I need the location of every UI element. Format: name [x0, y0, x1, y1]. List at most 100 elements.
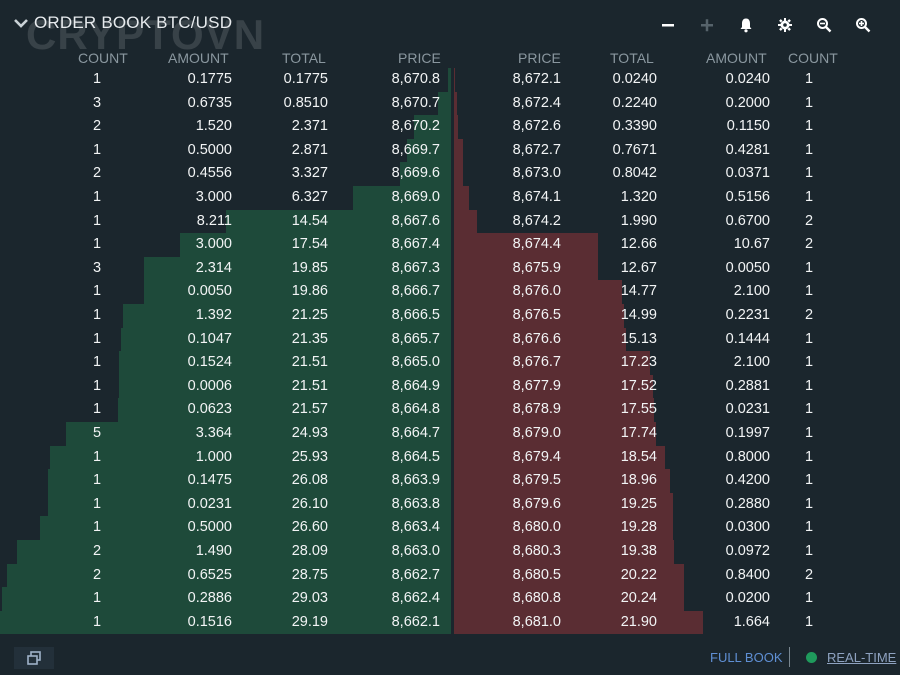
bid-amount: 0.1516	[187, 613, 232, 630]
ask-count: 1	[804, 94, 814, 111]
order-book-row[interactable]: 1 0.1516 29.19 8,662.1 8,681.0 21.90 1.664 1	[0, 610, 900, 635]
ask-count-header[interactable]: COUNT	[788, 50, 838, 66]
bid-amount: 0.1775	[187, 71, 232, 87]
bid-count: 1	[92, 495, 102, 512]
order-book-row[interactable]: 1 0.0006 21.51 8,664.9 8,677.9 17.52 0.2881 1	[0, 374, 900, 399]
order-book-row[interactable]: 1 0.1475 26.08 8,663.9 8,679.5 18.96 0.4200 1	[0, 469, 900, 493]
full-book-link[interactable]: FULL BOOK	[710, 650, 782, 665]
ask-amount-header[interactable]: AMOUNT	[706, 50, 767, 66]
bid-amount-header[interactable]: AMOUNT	[168, 50, 229, 66]
bid-total: 3.327	[291, 165, 328, 182]
ask-price: 8,676.5	[512, 307, 561, 323]
ask-price: 8,676.7	[512, 354, 561, 371]
ask-total: 14.99	[620, 307, 657, 323]
order-book-row[interactable]: 1 0.0231 26.10 8,663.8 8,679.6 19.25 0.2880 1	[0, 492, 900, 517]
ask-total: 14.77	[620, 283, 657, 300]
ask-price: 8,679.4	[512, 448, 561, 465]
bid-price: 8,670.8	[391, 71, 440, 87]
bid-total: 29.19	[291, 613, 328, 630]
bid-amount: 0.0231	[187, 495, 232, 512]
popout-icon[interactable]	[14, 647, 54, 669]
order-book-row[interactable]: 1 1.392 21.25 8,666.5 8,676.5 14.99 0.2231 2	[0, 304, 900, 328]
ask-price: 8,676.6	[512, 330, 561, 347]
order-book-row[interactable]: 2 1.520 2.371 8,670.2 8,672.6 0.3390 0.1150 1	[0, 115, 900, 139]
order-book-row[interactable]: 1 0.2886 29.03 8,662.4 8,680.8 20.24 0.0200 1	[0, 587, 900, 611]
book-divider	[451, 68, 454, 634]
order-book-row[interactable]: 3 0.6735 0.8510 8,670.7 8,672.4 0.2240 0.2000 1	[0, 91, 900, 116]
ask-amount: 0.0972	[725, 543, 770, 559]
bid-total-header[interactable]: TOTAL	[282, 50, 326, 66]
ask-price: 8,672.1	[512, 71, 561, 87]
gear-icon[interactable]	[765, 14, 804, 36]
bid-count: 1	[92, 189, 102, 205]
ask-amount: 0.0300	[725, 519, 770, 536]
bid-count: 1	[92, 141, 102, 158]
ask-price: 8,673.0	[512, 165, 561, 182]
panel-title: ORDER BOOK BTC/USD	[34, 13, 233, 32]
bid-total: 26.10	[291, 495, 328, 512]
bid-count: 1	[92, 590, 102, 607]
bid-price: 8,666.5	[391, 307, 440, 323]
panel-header: ORDER BOOK BTC/USD CRYPTOVN	[0, 0, 900, 56]
bid-price: 8,664.5	[391, 448, 440, 465]
bid-count: 3	[92, 94, 102, 111]
bid-price: 8,663.8	[391, 495, 440, 512]
bid-count-header[interactable]: COUNT	[78, 50, 128, 66]
realtime-status-dot	[806, 652, 817, 663]
bid-total: 21.51	[291, 354, 328, 371]
ask-count: 2	[804, 212, 814, 229]
bid-price: 8,662.1	[391, 613, 440, 630]
bid-price-header[interactable]: PRICE	[398, 50, 441, 66]
bid-count: 1	[92, 212, 102, 229]
order-book-row[interactable]: 1 0.5000 2.871 8,669.7 8,672.7 0.7671 0.4281 1	[0, 138, 900, 163]
bid-total: 6.327	[291, 189, 328, 205]
bid-count: 1	[92, 307, 102, 323]
ask-total: 19.25	[620, 495, 657, 512]
zoom-in-icon[interactable]	[843, 14, 882, 36]
order-book-row[interactable]: 1 8.211 14.54 8,667.6 8,674.2 1.990 0.6700 2	[0, 209, 900, 234]
bid-amount: 0.1524	[187, 354, 232, 371]
realtime-link[interactable]: REAL-TIME	[827, 650, 896, 665]
bid-count: 3	[92, 259, 102, 276]
bid-total: 0.8510	[283, 94, 328, 111]
bell-icon[interactable]	[726, 14, 765, 36]
order-book-row[interactable]: 2 0.4556 3.327 8,669.6 8,673.0 0.8042 0.0371 1	[0, 162, 900, 186]
ask-price-header[interactable]: PRICE	[518, 50, 561, 66]
chevron-down-icon[interactable]	[12, 14, 30, 32]
ask-count: 2	[804, 307, 814, 323]
bid-amount: 0.1047	[187, 330, 232, 347]
order-book-row[interactable]: 1 1.000 25.93 8,664.5 8,679.4 18.54 0.8000 1	[0, 445, 900, 470]
ask-total-header[interactable]: TOTAL	[610, 50, 654, 66]
ask-count: 1	[804, 495, 814, 512]
order-book-row[interactable]: 1 0.1047 21.35 8,665.7 8,676.6 15.13 0.1444 1	[0, 327, 900, 352]
bid-price: 8,663.0	[391, 543, 440, 559]
ask-count: 1	[804, 425, 814, 441]
order-book-row[interactable]: 1 0.0623 21.57 8,664.8 8,678.9 17.55 0.0231 1	[0, 398, 900, 422]
ask-price: 8,680.5	[512, 566, 561, 583]
ask-depth-bar	[454, 115, 458, 139]
ask-price: 8,672.7	[512, 141, 561, 158]
zoom-out-icon[interactable]	[804, 14, 843, 36]
ask-amount: 0.1444	[725, 330, 770, 347]
bid-total: 24.93	[291, 425, 328, 441]
ask-price: 8,681.0	[512, 613, 561, 630]
order-book-row[interactable]: 3 2.314 19.85 8,667.3 8,675.9 12.67 0.0050 1	[0, 256, 900, 281]
order-book-row[interactable]: 1 3.000 17.54 8,667.4 8,674.4 12.66 10.67 2	[0, 233, 900, 257]
bid-amount: 0.6735	[187, 94, 232, 111]
ask-price: 8,677.9	[512, 377, 561, 394]
order-book-row[interactable]: 1 0.1524 21.51 8,665.0 8,676.7 17.23 2.100 1	[0, 351, 900, 375]
order-book-row[interactable]: 1 3.000 6.327 8,669.0 8,674.1 1.320 0.5156 1	[0, 186, 900, 210]
bid-amount: 0.2886	[187, 590, 232, 607]
ask-count: 1	[804, 189, 814, 205]
minus-icon[interactable]	[648, 14, 687, 36]
order-book-row[interactable]: 2 0.6525 28.75 8,662.7 8,680.5 20.22 0.8400 2	[0, 563, 900, 588]
order-book-row[interactable]: 1 0.1775 0.1775 8,670.8 8,672.1 0.0240 0.0240 1	[0, 68, 900, 92]
order-book-row[interactable]: 5 3.364 24.93 8,664.7 8,679.0 17.74 0.1997 1	[0, 422, 900, 446]
bid-amount: 0.4556	[187, 165, 232, 182]
order-book-row[interactable]: 2 1.490 28.09 8,663.0 8,680.3 19.38 0.0972 1	[0, 540, 900, 564]
order-book-row[interactable]: 1 0.0050 19.86 8,666.7 8,676.0 14.77 2.100 1	[0, 280, 900, 304]
bid-amount: 0.0623	[187, 401, 232, 418]
panel-footer: FULL BOOK REAL-TIME	[0, 643, 900, 675]
order-book-row[interactable]: 1 0.5000 26.60 8,663.4 8,680.0 19.28 0.0300 1	[0, 516, 900, 540]
bid-price: 8,664.7	[391, 425, 440, 441]
